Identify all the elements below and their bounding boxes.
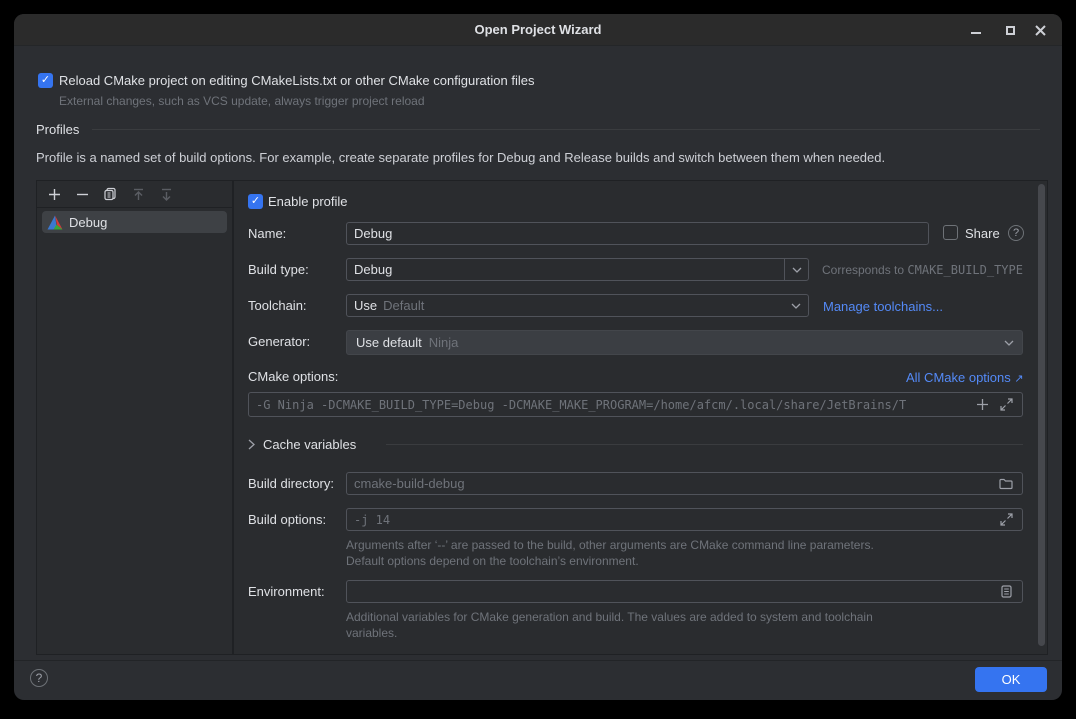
build-type-note: Corresponds to CMAKE_BUILD_TYPE — [822, 263, 1023, 277]
plus-icon — [976, 398, 989, 411]
build-directory-label: Build directory: — [248, 476, 334, 491]
profile-item-label: Debug — [69, 215, 107, 230]
move-down-button[interactable] — [157, 185, 175, 203]
open-project-wizard-dialog: Open Project Wizard ✓ Reload CMake proje… — [14, 14, 1062, 700]
environment-hint-1: Additional variables for CMake generatio… — [346, 610, 873, 624]
generator-dropdown-button[interactable] — [1004, 340, 1014, 346]
expand-cmake-options-button[interactable] — [996, 393, 1016, 416]
toolchain-label: Toolchain: — [248, 298, 307, 313]
minimize-icon — [971, 32, 981, 34]
build-type-note-text: Corresponds to — [822, 263, 907, 277]
maximize-icon — [1006, 26, 1015, 35]
arrow-up-icon — [132, 188, 145, 201]
maximize-button[interactable] — [996, 18, 1024, 42]
chevron-right-icon — [248, 439, 255, 450]
all-cmake-options-text: All CMake options — [906, 370, 1011, 385]
window-title: Open Project Wizard — [14, 22, 1062, 37]
titlebar[interactable]: Open Project Wizard — [14, 14, 1062, 46]
reload-cmake-hint: External changes, such as VCS update, al… — [59, 94, 425, 108]
build-options-label: Build options: — [248, 512, 326, 527]
plus-icon — [48, 188, 61, 201]
profiles-separator — [92, 129, 1040, 130]
arrow-down-icon — [160, 188, 173, 201]
name-value: Debug — [354, 226, 392, 241]
build-directory-input[interactable]: cmake-build-debug — [346, 472, 1023, 495]
expand-icon — [1000, 398, 1013, 411]
move-up-button[interactable] — [129, 185, 147, 203]
name-label: Name: — [248, 226, 286, 241]
name-input[interactable]: Debug — [346, 222, 929, 245]
cmake-options-label: CMake options: — [248, 369, 338, 384]
environment-variables-button[interactable] — [996, 581, 1016, 602]
ok-button[interactable]: OK — [975, 667, 1047, 692]
build-options-input[interactable]: -j 14 — [346, 508, 1023, 531]
enable-profile-checkbox[interactable]: ✓ — [248, 194, 263, 209]
generator-value: Ninja — [429, 335, 459, 350]
close-button[interactable] — [1026, 18, 1054, 42]
profiles-description: Profile is a named set of build options.… — [36, 150, 885, 165]
copy-icon — [103, 187, 117, 201]
profile-list-panel: Debug — [36, 180, 233, 655]
all-cmake-options-link[interactable]: All CMake options ↗ — [906, 370, 1024, 385]
toolchain-dropdown-button[interactable] — [784, 295, 808, 316]
folder-icon — [999, 478, 1013, 490]
chevron-down-icon — [791, 303, 801, 309]
add-profile-button[interactable] — [45, 185, 63, 203]
expand-build-options-button[interactable] — [996, 509, 1016, 530]
enable-profile-label: Enable profile — [268, 194, 348, 209]
build-options-hint-1: Arguments after ‘--’ are passed to the b… — [346, 538, 874, 552]
chevron-down-icon — [792, 267, 802, 273]
manage-toolchains-link[interactable]: Manage toolchains... — [823, 299, 943, 314]
build-type-dropdown-button[interactable] — [784, 259, 808, 280]
build-type-value: Debug — [354, 262, 392, 277]
generator-value-prefix: Use default — [356, 335, 422, 350]
footer-separator — [14, 660, 1062, 661]
build-type-note-code: CMAKE_BUILD_TYPE — [907, 263, 1023, 277]
chevron-down-icon — [1004, 340, 1014, 346]
desktop-background: Open Project Wizard ✓ Reload CMake proje… — [0, 0, 1076, 719]
share-checkbox[interactable] — [943, 225, 958, 240]
cache-variables-toggle[interactable]: Cache variables — [248, 437, 356, 452]
profile-form-panel: ✓ Enable profile Name: Debug Share ? Bui… — [233, 180, 1048, 655]
build-options-value: -j 14 — [354, 513, 390, 527]
build-type-label: Build type: — [248, 262, 309, 277]
share-label: Share — [965, 226, 1000, 241]
external-link-icon: ↗ — [1014, 373, 1023, 385]
build-directory-placeholder: cmake-build-debug — [354, 476, 465, 491]
toolchain-combobox[interactable]: Use Default — [346, 294, 809, 317]
toolchain-value-prefix: Use — [354, 298, 377, 313]
profile-list-toolbar — [37, 181, 232, 208]
share-help-icon[interactable]: ? — [1008, 225, 1024, 241]
reload-cmake-label: Reload CMake project on editing CMakeLis… — [59, 73, 534, 88]
generator-combobox[interactable]: Use default Ninja — [346, 330, 1023, 355]
cmake-options-input[interactable]: -G Ninja -DCMAKE_BUILD_TYPE=Debug -DCMAK… — [248, 392, 1023, 417]
environment-input[interactable] — [346, 580, 1023, 603]
generator-label: Generator: — [248, 334, 310, 349]
variables-list-icon — [1001, 585, 1012, 598]
build-type-combobox[interactable]: Debug — [346, 258, 809, 281]
build-options-hint-2: Default options depend on the toolchain’… — [346, 554, 639, 568]
minimize-button[interactable] — [962, 18, 990, 42]
environment-hint-2: variables. — [346, 626, 397, 640]
environment-label: Environment: — [248, 584, 325, 599]
scrollbar-thumb[interactable] — [1038, 184, 1045, 646]
add-cmake-option-button[interactable] — [972, 393, 992, 416]
close-icon — [1035, 25, 1046, 36]
cache-variables-label: Cache variables — [263, 437, 356, 452]
expand-icon — [1000, 513, 1013, 526]
remove-profile-button[interactable] — [73, 185, 91, 203]
profile-list-item-debug[interactable]: Debug — [42, 211, 227, 233]
reload-cmake-checkbox[interactable]: ✓ — [38, 73, 53, 88]
cmake-options-value: -G Ninja -DCMAKE_BUILD_TYPE=Debug -DCMAK… — [256, 398, 906, 412]
cmake-icon — [47, 215, 63, 230]
minus-icon — [76, 188, 89, 201]
help-button[interactable]: ? — [30, 669, 48, 687]
copy-profile-button[interactable] — [101, 185, 119, 203]
profiles-section-title: Profiles — [36, 122, 79, 137]
toolchain-value: Default — [383, 298, 424, 313]
cache-variables-separator — [386, 444, 1023, 445]
browse-directory-button[interactable] — [996, 473, 1016, 494]
